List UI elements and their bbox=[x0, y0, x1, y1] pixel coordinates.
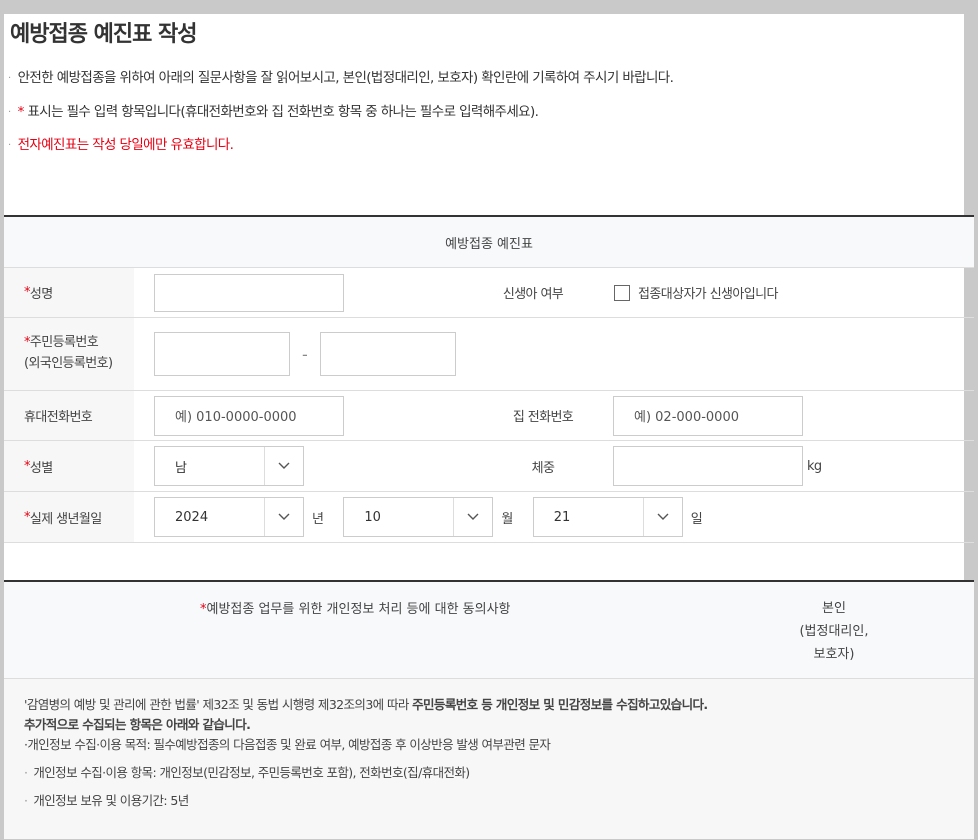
home-phone-input[interactable]: 예) 02-000-0000 bbox=[613, 395, 803, 436]
day-select[interactable]: 21 bbox=[532, 497, 683, 537]
page-title: 예방접종 예진표 작성 bbox=[10, 22, 197, 47]
rrn-label: *주민등록번호 (외국인등록번호) bbox=[4, 318, 134, 390]
newborn-checkbox[interactable] bbox=[614, 284, 630, 301]
notice-3: · 전자예진표는 작성 당일에만 유효합니다. bbox=[8, 137, 234, 153]
consent-law-text: '감염병의 예방 및 관리에 관한 법률' 제32조 및 동법 시행령 제32조… bbox=[24, 697, 708, 712]
chevron-down-icon bbox=[264, 498, 303, 536]
consent-body: '감염병의 예방 및 관리에 관한 법률' 제32조 및 동법 시행령 제32조… bbox=[4, 679, 974, 839]
consent-section: *예방접종 업무를 위한 개인정보 처리 등에 대한 동의사항 본인 (법정대리… bbox=[4, 580, 974, 839]
name-input[interactable] bbox=[154, 273, 344, 312]
mobile-label: 휴대전화번호 bbox=[4, 391, 134, 440]
name-label: * 성명 bbox=[4, 268, 134, 317]
newborn-label: 신생아 여부 bbox=[502, 287, 564, 302]
row-name: * 성명 신생아 여부 접종대상자가 신생아입니다 bbox=[4, 268, 974, 318]
consent-title: 예방접종 업무를 위한 개인정보 처리 등에 대한 동의사항 bbox=[206, 602, 511, 617]
row-rrn: *주민등록번호 (외국인등록번호) - bbox=[4, 318, 974, 391]
vaccination-form: 예방접종 예진표 * 성명 신생아 여부 접종대상자가 신생아입니다 *주민등록번… bbox=[4, 215, 974, 543]
notice-2: · * 표시는 필수 입력 항목입니다(휴대전화번호와 집 전화번호 항목 중 하… bbox=[8, 104, 539, 120]
gender-select[interactable]: 남 bbox=[154, 446, 304, 486]
consent-self-label: 본인 (법정대리인, 보호자) bbox=[799, 601, 869, 662]
chevron-down-icon bbox=[642, 498, 682, 536]
row-gender: * 성별 남 체중 kg bbox=[4, 441, 974, 492]
chevron-down-icon bbox=[264, 447, 303, 485]
month-unit: 월 bbox=[501, 511, 513, 527]
consent-retention: · 개인정보 보유 및 이용기간: 5년 bbox=[24, 793, 189, 808]
row-phone: 휴대전화번호 예) 010-0000-0000 집 전화번호 예) 02-000… bbox=[4, 391, 974, 441]
form-header: 예방접종 예진표 bbox=[4, 217, 974, 268]
notice-1: · 안전한 예방접종을 위하여 아래의 질문사항을 잘 읽어보시고, 본인(법정대… bbox=[8, 70, 674, 86]
gender-label: * 성별 bbox=[4, 441, 134, 491]
day-unit: 일 bbox=[690, 511, 703, 527]
birth-label: * 실제 생년월일 bbox=[4, 492, 134, 542]
chevron-down-icon bbox=[453, 498, 492, 536]
consent-header: *예방접종 업무를 위한 개인정보 처리 등에 대한 동의사항 본인 (법정대리… bbox=[4, 582, 974, 679]
month-select[interactable]: 10 bbox=[343, 497, 494, 537]
year-unit: 년 bbox=[312, 511, 324, 527]
weight-unit: kg bbox=[807, 458, 822, 474]
home-phone-label: 집 전화번호 bbox=[512, 410, 574, 425]
year-select[interactable]: 2024 bbox=[154, 497, 304, 537]
consent-purpose: ·개인정보 수집·이용 목적: 필수예방접종의 다음접종 및 완료 여부, 예방… bbox=[24, 737, 551, 752]
consent-extra: 추가적으로 수집되는 항목은 아래와 같습니다. bbox=[24, 717, 251, 732]
rrn-front-input[interactable] bbox=[154, 332, 290, 376]
consent-items: · 개인정보 수집·이용 항목: 개인정보(민감정보, 주민등록번호 포함), 전… bbox=[24, 765, 470, 780]
rrn-back-input[interactable] bbox=[319, 332, 456, 376]
weight-input[interactable] bbox=[613, 446, 803, 486]
mobile-input[interactable]: 예) 010-0000-0000 bbox=[154, 395, 344, 436]
row-birth: * 실제 생년월일 2024 년 10 월 21 일 bbox=[4, 492, 974, 543]
newborn-checkbox-label[interactable]: 접종대상자가 신생아입니다 bbox=[638, 283, 778, 302]
weight-label: 체중 bbox=[531, 460, 555, 476]
newborn-checkbox-group[interactable]: 접종대상자가 신생아입니다 bbox=[592, 283, 778, 302]
rrn-dash: - bbox=[302, 344, 308, 364]
